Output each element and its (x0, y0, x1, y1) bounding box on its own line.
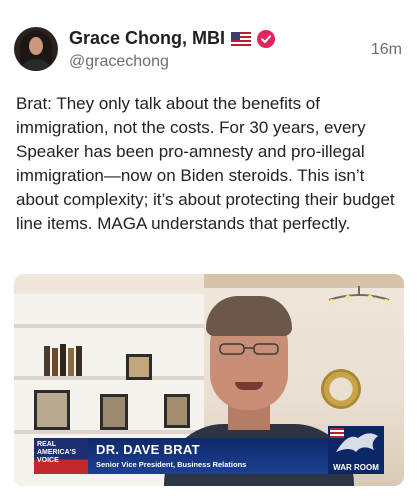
shelf-board (14, 430, 204, 434)
show-name: WAR ROOM (330, 463, 382, 472)
chandelier (328, 286, 390, 305)
avatar[interactable] (14, 27, 58, 71)
shelf-board (14, 324, 204, 328)
picture-frame (126, 354, 152, 380)
avatar-face (29, 37, 43, 55)
book (52, 348, 58, 376)
us-flag-icon (231, 31, 252, 46)
show-logo: WAR ROOM (328, 426, 384, 474)
book (44, 346, 50, 376)
speaker-mouth (235, 382, 263, 390)
picture-frame (100, 394, 128, 430)
guest-name: DR. DAVE BRAT (96, 442, 200, 457)
network-logo-text: REAL AMERICA'S VOICE (37, 441, 76, 464)
speaker-hair (206, 296, 292, 336)
picture-frame (34, 390, 70, 430)
author-handle[interactable]: @gracechong (69, 53, 169, 71)
guest-title: Senior Vice President, Business Relation… (96, 460, 247, 469)
author-name[interactable]: Grace Chong, MBI (69, 28, 225, 49)
shelf-board (14, 376, 204, 380)
book (76, 346, 82, 376)
speaker-glasses (219, 343, 279, 355)
post-video-thumbnail[interactable]: REAL AMERICA'S VOICE DR. DAVE BRAT Senio… (14, 274, 404, 486)
name-bar: DR. DAVE BRAT Senior Vice President, Bus… (88, 438, 328, 474)
eagle-mirror (321, 369, 361, 409)
post-text: Brat: They only talk about the benefits … (16, 94, 395, 233)
social-post: Grace Chong, MBI @gracechong 16m Brat: T… (0, 0, 420, 500)
lower-third-banner: REAL AMERICA'S VOICE DR. DAVE BRAT Senio… (34, 426, 384, 474)
picture-frame (164, 394, 190, 428)
book (68, 348, 74, 376)
network-logo: REAL AMERICA'S VOICE (34, 438, 88, 474)
book (60, 344, 66, 376)
eagle-icon (330, 428, 378, 452)
post-timestamp[interactable]: 16m (371, 41, 402, 59)
author-row: Grace Chong, MBI (69, 28, 276, 49)
verified-badge-icon (257, 29, 276, 48)
